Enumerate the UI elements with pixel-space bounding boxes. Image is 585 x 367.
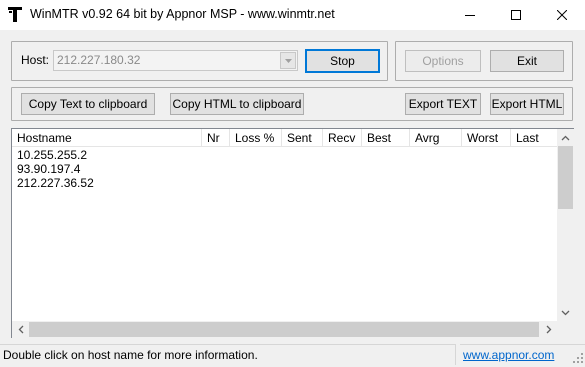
column-best[interactable]: Best <box>362 129 410 147</box>
column-sent[interactable]: Sent <box>282 129 323 147</box>
title-bar: WinMTR v0.92 64 bit by Appnor MSP - www.… <box>0 0 585 30</box>
horizontal-scrollbar[interactable] <box>12 321 557 338</box>
appnor-link[interactable]: www.appnor.com <box>460 344 585 365</box>
vertical-scroll-thumb[interactable] <box>558 146 573 209</box>
column-avrg[interactable]: Avrg <box>410 129 462 147</box>
list-rows: 10.255.255.2 93.90.197.4 212.227.36.52 <box>17 148 94 190</box>
close-icon[interactable] <box>539 0 585 30</box>
export-html-button[interactable]: Export HTML <box>490 93 564 115</box>
resize-grip-icon[interactable] <box>572 352 584 364</box>
table-row[interactable]: 212.227.36.52 <box>17 176 94 190</box>
horizontal-scroll-thumb[interactable] <box>29 322 539 337</box>
column-recv[interactable]: Recv <box>323 129 362 147</box>
status-message: Double click on host name for more infor… <box>0 344 456 365</box>
copy-text-button[interactable]: Copy Text to clipboard <box>21 93 155 115</box>
host-label: Host: <box>21 53 50 67</box>
host-combobox[interactable]: 212.227.180.32 <box>53 50 298 71</box>
scroll-left-icon[interactable] <box>12 321 29 338</box>
export-text-button[interactable]: Export TEXT <box>405 93 481 115</box>
scroll-right-icon[interactable] <box>540 321 557 338</box>
host-value: 212.227.180.32 <box>57 53 141 67</box>
scroll-corner <box>557 321 574 338</box>
copy-html-button[interactable]: Copy HTML to clipboard <box>170 93 304 115</box>
column-hostname[interactable]: Hostname <box>12 129 202 147</box>
column-worst[interactable]: Worst <box>462 129 511 147</box>
app-icon <box>8 7 22 22</box>
window-title: WinMTR v0.92 64 bit by Appnor MSP - www.… <box>30 7 335 21</box>
minimize-icon[interactable] <box>447 0 493 30</box>
stop-button[interactable]: Stop <box>305 49 380 73</box>
hops-list[interactable]: Hostname Nr Loss % Sent Recv Best Avrg W… <box>11 128 574 338</box>
column-nr[interactable]: Nr <box>202 129 230 147</box>
scroll-down-icon[interactable] <box>557 304 574 321</box>
chevron-down-icon[interactable] <box>280 52 296 69</box>
options-button[interactable]: Options <box>405 50 481 72</box>
table-row[interactable]: 93.90.197.4 <box>17 162 94 176</box>
column-loss[interactable]: Loss % <box>230 129 282 147</box>
list-header: Hostname Nr Loss % Sent Recv Best Avrg W… <box>12 129 557 147</box>
table-row[interactable]: 10.255.255.2 <box>17 148 94 162</box>
exit-button[interactable]: Exit <box>490 50 564 72</box>
vertical-scrollbar[interactable] <box>557 129 574 321</box>
maximize-icon[interactable] <box>493 0 539 30</box>
column-last[interactable]: Last <box>511 129 557 147</box>
scroll-up-icon[interactable] <box>557 129 574 146</box>
